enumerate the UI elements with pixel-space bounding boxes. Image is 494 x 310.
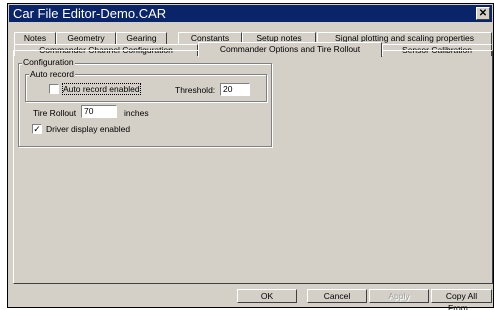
tab-label: Gearing xyxy=(126,33,157,43)
title-bar[interactable]: Car File Editor-Demo.CAR ✕ xyxy=(9,5,492,22)
ok-button[interactable]: OK xyxy=(237,289,297,303)
driver-display-label[interactable]: Driver display enabled xyxy=(46,124,130,134)
configuration-legend: Configuration xyxy=(22,57,75,67)
threshold-input[interactable]: 20 xyxy=(220,83,250,96)
auto-record-label[interactable]: Auto record enabled xyxy=(62,83,141,95)
close-icon[interactable]: ✕ xyxy=(476,7,490,20)
tab-label: Geometry xyxy=(67,33,105,43)
tire-rollout-units: inches xyxy=(124,108,149,118)
tab-commander-options[interactable]: Commander Options and Tire Rollout xyxy=(198,42,382,57)
copy-all-from-button[interactable]: Copy All From... xyxy=(431,289,492,310)
tab-geometry[interactable]: Geometry xyxy=(56,32,116,44)
tab-label: Notes xyxy=(23,33,47,43)
checkmark-icon: ✓ xyxy=(33,124,41,134)
threshold-label: Threshold: xyxy=(175,85,216,95)
tire-rollout-label: Tire Rollout xyxy=(33,108,77,118)
tab-gearing[interactable]: Gearing xyxy=(116,32,167,44)
auto-record-legend: Auto record xyxy=(29,69,75,79)
cancel-button[interactable]: Cancel xyxy=(307,289,367,303)
tab-label: Commander Options and Tire Rollout xyxy=(219,44,361,54)
tab-notes[interactable]: Notes xyxy=(14,32,56,44)
tire-rollout-input[interactable]: 70 xyxy=(81,105,117,118)
car-file-editor-window: Car File Editor-Demo.CAR ✕ Notes Geometr… xyxy=(7,3,494,310)
window-title: Car File Editor-Demo.CAR xyxy=(13,6,167,21)
apply-button[interactable]: Apply xyxy=(369,289,429,303)
driver-display-checkbox[interactable]: ✓ xyxy=(32,124,42,134)
auto-record-checkbox[interactable] xyxy=(49,84,59,94)
